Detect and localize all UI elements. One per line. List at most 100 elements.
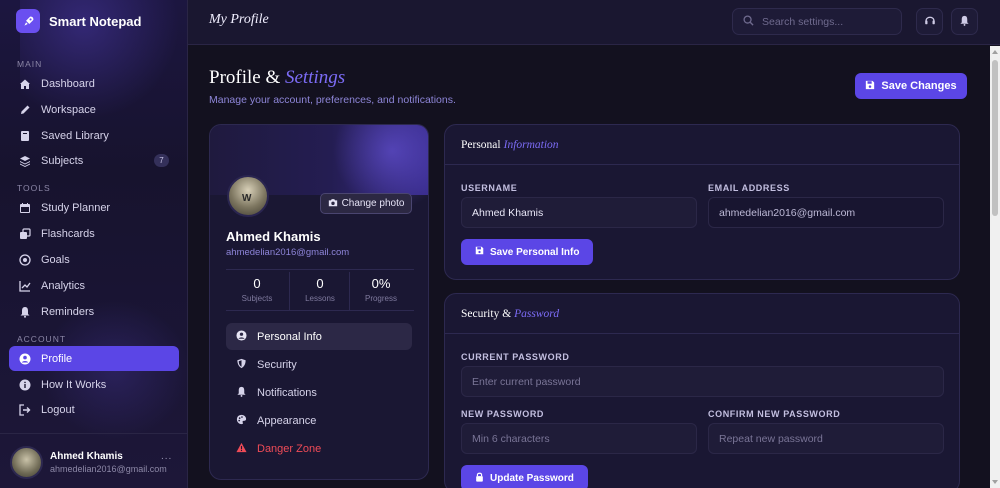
- email-field[interactable]: [708, 197, 944, 228]
- current-password-field[interactable]: [461, 366, 944, 397]
- sidebar-item-analytics[interactable]: Analytics: [9, 273, 179, 298]
- sidebar-item-reminders[interactable]: Reminders: [9, 299, 179, 324]
- shield-icon: [236, 358, 247, 372]
- sidebar-item-label: Workspace: [41, 103, 96, 116]
- profile-menu-danger-zone[interactable]: Danger Zone: [226, 435, 412, 462]
- user-circle-icon: [19, 353, 31, 365]
- profile-avatar: [227, 175, 269, 217]
- stat-value: 0: [253, 276, 261, 291]
- security-card: Security & Password CURRENT PASSWORD NEW…: [444, 293, 960, 488]
- page-scrollbar[interactable]: [990, 46, 1000, 488]
- app-name: Smart Notepad: [49, 13, 142, 29]
- sidebar-item-workspace[interactable]: Workspace: [9, 97, 179, 122]
- sidebar-item-goals[interactable]: Goals: [9, 247, 179, 272]
- profile-menu-personal-info[interactable]: Personal Info: [226, 323, 412, 350]
- lock-icon: [475, 472, 484, 485]
- sidebar-item-label: Saved Library: [41, 129, 109, 142]
- sidebar-item-label: Goals: [41, 253, 70, 266]
- change-photo-button[interactable]: Change photo: [320, 193, 412, 214]
- personal-info-card: Personal Information USERNAME EMAIL ADDR…: [444, 124, 960, 280]
- home-icon: [19, 78, 31, 90]
- search-box[interactable]: [732, 8, 902, 35]
- profile-card: Change photo Ahmed Khamis ahmedelian2016…: [209, 124, 429, 480]
- user-circle-icon: [236, 329, 247, 344]
- section-tools-label: TOOLS: [17, 183, 51, 193]
- username-field[interactable]: [461, 197, 697, 228]
- sidebar-item-how-it-works[interactable]: How It Works: [9, 372, 179, 397]
- layers-icon: [19, 155, 31, 167]
- new-password-field[interactable]: [461, 423, 697, 454]
- profile-menu-label: Appearance: [257, 414, 317, 427]
- calendar-icon: [19, 202, 31, 214]
- sidebar-user-panel[interactable]: Ahmed Khamis ahmedelian2016@gmail.com ..…: [0, 433, 188, 488]
- heading-plain: Security &: [461, 307, 512, 320]
- notifications-button[interactable]: [951, 8, 978, 35]
- sidebar-item-label: Profile: [41, 352, 73, 365]
- confirm-password-field[interactable]: [708, 423, 944, 454]
- sidebar-item-logout[interactable]: Logout: [9, 397, 179, 422]
- section-account-label: ACCOUNT: [17, 334, 67, 344]
- profile-email: ahmedelian2016@gmail.com: [226, 247, 350, 258]
- sidebar-item-study-planner[interactable]: Study Planner: [9, 195, 179, 220]
- search-input[interactable]: [762, 15, 892, 28]
- profile-menu-security[interactable]: Security: [226, 351, 412, 378]
- sidebar-item-dashboard[interactable]: Dashboard: [9, 71, 179, 96]
- save-changes-label: Save Changes: [881, 80, 957, 92]
- page-heading: Profile & Settings: [209, 67, 345, 89]
- sidebar-user-email: ahmedelian2016@gmail.com: [50, 464, 167, 474]
- current-password-label: CURRENT PASSWORD: [461, 352, 570, 362]
- main-content: Profile & Settings Manage your account, …: [188, 46, 990, 488]
- profile-menu-label: Personal Info: [257, 330, 322, 343]
- sidebar-item-subjects[interactable]: Subjects 7: [9, 148, 179, 173]
- profile-menu-notifications[interactable]: Notifications: [226, 379, 412, 406]
- page-heading-plain: Profile &: [209, 67, 285, 88]
- stat-lessons: 0 Lessons: [289, 276, 351, 303]
- bell-icon: [959, 13, 970, 31]
- profile-menu-label: Security: [257, 358, 297, 371]
- stat-label: Progress: [364, 294, 397, 303]
- section-main-label: MAIN: [17, 59, 43, 69]
- headset-icon: [924, 13, 936, 31]
- sidebar-item-label: Reminders: [41, 305, 95, 318]
- profile-menu-appearance[interactable]: Appearance: [226, 407, 412, 434]
- floppy-disk-icon: [475, 246, 484, 258]
- topbar: My Profile: [188, 0, 1000, 45]
- page-subtitle: Manage your account, preferences, and no…: [209, 94, 456, 106]
- stat-label: Subjects: [241, 294, 273, 303]
- scroll-down-arrow-icon[interactable]: [992, 480, 998, 484]
- page-title: My Profile: [209, 12, 269, 27]
- save-personal-info-button[interactable]: Save Personal Info: [461, 239, 594, 265]
- scrollbar-thumb[interactable]: [992, 60, 998, 216]
- floppy-disk-icon: [865, 80, 875, 93]
- sidebar-item-flashcards[interactable]: Flashcards: [9, 221, 179, 246]
- save-changes-button[interactable]: Save Changes: [855, 73, 967, 99]
- search-icon: [743, 13, 754, 31]
- scroll-up-arrow-icon[interactable]: [992, 50, 998, 54]
- sidebar-item-profile[interactable]: Profile: [9, 346, 179, 371]
- new-password-label: NEW PASSWORD: [461, 409, 545, 419]
- stat-value: 0: [316, 276, 324, 291]
- sidebar-item-label: Analytics: [41, 279, 86, 292]
- bell-icon: [19, 306, 31, 318]
- stat-subjects: 0 Subjects: [226, 276, 288, 303]
- sidebar-item-saved-library[interactable]: Saved Library: [9, 123, 179, 148]
- sidebar-user-name: Ahmed Khamis: [50, 451, 123, 462]
- change-photo-label: Change photo: [341, 198, 405, 209]
- update-password-label: Update Password: [490, 472, 574, 484]
- save-personal-info-label: Save Personal Info: [490, 246, 580, 258]
- brand[interactable]: Smart Notepad: [16, 9, 141, 33]
- pencil-icon: [19, 104, 31, 116]
- stat-value: 0%: [371, 276, 391, 291]
- support-button[interactable]: [916, 8, 943, 35]
- sidebar-item-label: Dashboard: [41, 77, 95, 90]
- bell-icon: [236, 386, 247, 400]
- update-password-button[interactable]: Update Password: [461, 465, 588, 488]
- target-icon: [19, 253, 31, 266]
- sidebar-item-label: Study Planner: [41, 201, 111, 214]
- stat-label: Lessons: [305, 294, 335, 303]
- sidebar-item-label: Flashcards: [41, 227, 95, 240]
- sidebar-item-label: Logout: [41, 403, 75, 416]
- palette-icon: [236, 414, 247, 428]
- more-options-button[interactable]: ...: [161, 451, 172, 462]
- rocket-icon: [16, 9, 40, 33]
